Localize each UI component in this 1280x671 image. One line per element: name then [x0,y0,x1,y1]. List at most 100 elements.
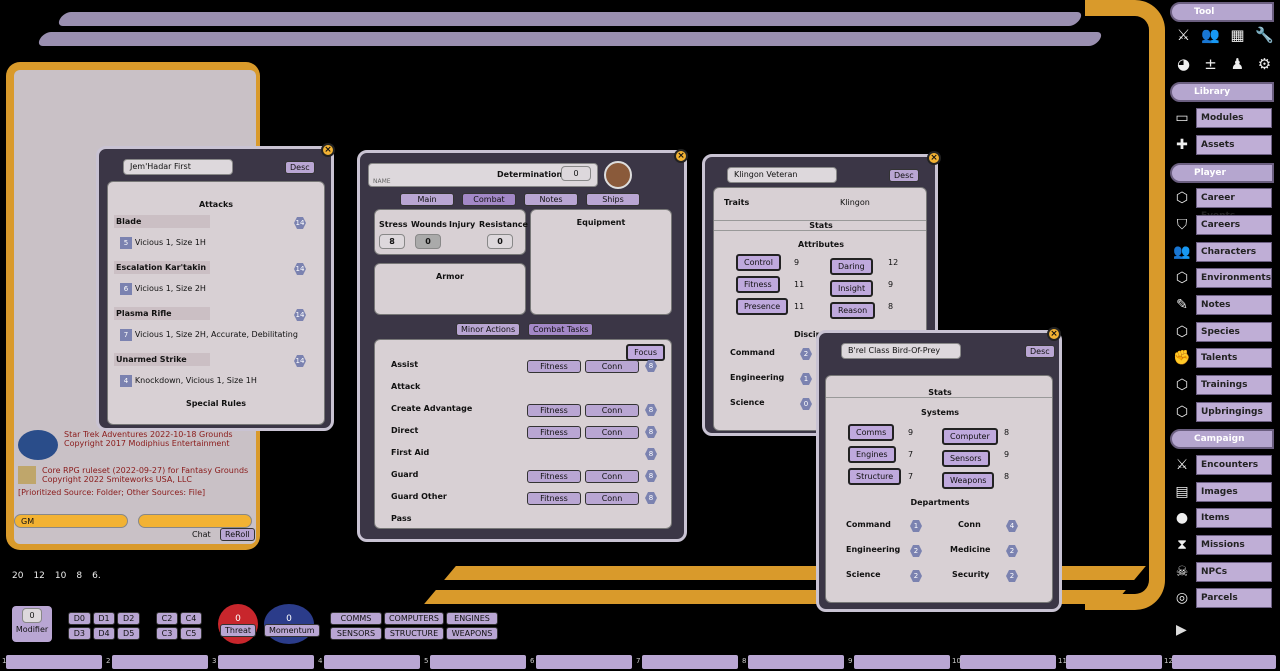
sidebar-item-images[interactable]: ▤ Images [1170,480,1274,504]
gear-icon[interactable]: ⚙ [1253,55,1276,80]
d1-button[interactable]: D1 [92,612,116,625]
desc-button[interactable]: Desc [285,161,315,174]
party-icon[interactable]: 👥 [1199,26,1222,51]
d10-icon[interactable]: 10 [55,571,66,581]
hotkey-slot-6[interactable] [536,655,632,669]
hotkey-slot-11[interactable] [1066,655,1162,669]
close-icon[interactable]: × [927,151,941,165]
d6-icon[interactable]: 6. [92,571,101,581]
system-weapons[interactable]: Weapons [942,472,995,489]
resistance-field[interactable]: 0 [487,234,513,249]
close-icon[interactable]: × [321,143,335,157]
tab-combat[interactable]: Combat [462,193,516,206]
close-icon[interactable]: × [1047,327,1061,341]
d8-icon[interactable]: 8 [76,571,82,581]
d3-button[interactable]: D3 [68,627,91,640]
c2-button[interactable]: C2 [156,612,178,625]
system-sensors[interactable]: Sensors [942,450,990,467]
sidebar-item-career-events[interactable]: ⬡Career Events [1170,186,1274,221]
sidebar-item-environments[interactable]: ⬡ Environments [1170,266,1274,290]
combat-tasks-button[interactable]: Combat Tasks [528,323,594,336]
wounds-field[interactable]: 0 [415,234,441,249]
c4-button[interactable]: C4 [180,612,202,625]
combat-tracker-icon[interactable]: ⚔ [1172,26,1195,51]
sidebar-item-items[interactable]: ● Items [1170,506,1274,530]
hotkey-slot-8[interactable] [748,655,844,669]
d12-icon[interactable]: 12 [33,571,44,581]
wrench-icon[interactable]: 🔧 [1253,26,1276,51]
engines-button[interactable]: ENGINES [446,612,498,625]
hotkey-slot-12[interactable] [1172,655,1276,669]
calendar-icon[interactable]: ▦ [1226,26,1249,51]
minor-actions-button[interactable]: Minor Actions [456,323,521,336]
modifiers-icon[interactable]: ± [1199,55,1222,80]
sidebar-item-modules[interactable]: ▭ Modules [1170,106,1274,130]
system-comms[interactable]: Comms [848,424,895,441]
d2-button[interactable]: D2 [117,612,140,625]
modifier-box[interactable]: 0 Modifier [12,606,52,642]
hotkey-slot-5[interactable] [430,655,526,669]
sidebar-player-header[interactable]: Player [1170,163,1274,183]
sidebar-item-missions[interactable]: ⧗ Missions [1170,533,1274,557]
tab-ships[interactable]: Ships [586,193,640,206]
structure-button[interactable]: STRUCTURE [383,627,445,640]
attr-fitness[interactable]: Fitness [736,276,780,293]
c3-button[interactable]: C3 [156,627,178,640]
d4-button[interactable]: D4 [92,627,116,640]
tab-main[interactable]: Main [400,193,454,206]
d20-icon[interactable]: 20 [12,571,23,581]
weapons-button[interactable]: WEAPONS [446,627,498,640]
hotkey-slot-4[interactable] [324,655,420,669]
sidebar-item-encounters[interactable]: ⚔ Encounters [1170,453,1274,477]
hotkey-slot-7[interactable] [642,655,738,669]
sidebar-item-upbringings[interactable]: ⬡ Upbringings [1170,400,1274,424]
ship-name-field[interactable]: B'rel Class Bird-Of-Prey [841,343,961,359]
sidebar-item-npcs[interactable]: ☠ NPCs [1170,560,1274,584]
sidebar-item-characters[interactable]: 👥 Characters [1170,240,1274,264]
attr-reason[interactable]: Reason [830,302,876,319]
hotkey-slot-3[interactable] [218,655,314,669]
portrait[interactable] [604,161,632,189]
sidebar-tool-header[interactable]: Tool [1170,2,1274,22]
sidebar-item-careers[interactable]: ⛉ Careers [1170,213,1274,237]
effects-icon[interactable]: ♟ [1226,55,1249,80]
threat-pool[interactable]: 0 Threat [218,604,258,644]
sidebar-item-parcels[interactable]: ◎ Parcels [1170,586,1274,610]
close-icon[interactable]: × [674,149,688,163]
sensors-button[interactable]: SENSORS [330,627,382,640]
desc-button[interactable]: Desc [889,169,919,182]
npc-name-field[interactable]: Klingon Veteran [727,167,837,183]
sidebar-item-assets[interactable]: ✚ Assets [1170,133,1274,157]
hotkey-slot-9[interactable] [854,655,950,669]
hotkey-slot-2[interactable] [112,655,208,669]
attr-daring[interactable]: Daring [830,258,873,275]
sidebar-campaign-header[interactable]: Campaign [1170,429,1274,449]
focus-button[interactable]: Focus [626,344,665,361]
attr-control[interactable]: Control [736,254,781,271]
computers-button[interactable]: COMPUTERS [383,612,445,625]
attr-presence[interactable]: Presence [736,298,789,315]
hotkey-slot-10[interactable] [960,655,1056,669]
hotkey-slot-1[interactable] [6,655,102,669]
stress-field[interactable]: 8 [379,234,405,249]
attr-insight[interactable]: Insight [830,280,874,297]
d5-button[interactable]: D5 [117,627,140,640]
system-engines[interactable]: Engines [848,446,896,463]
system-structure[interactable]: Structure [848,468,902,485]
sidebar-expand-icon[interactable]: ▶ [1176,622,1187,638]
sidebar-item-species[interactable]: ⬡ Species [1170,320,1274,344]
comms-button[interactable]: COMMS [330,612,382,625]
sidebar-item-talents[interactable]: ✊ Talents [1170,346,1274,370]
sidebar-library-header[interactable]: Library [1170,82,1274,102]
system-computer[interactable]: Computer [942,428,998,445]
c5-button[interactable]: C5 [180,627,202,640]
identity-select[interactable]: GM [14,514,128,528]
sidebar-item-trainings[interactable]: ⬡ Trainings [1170,373,1274,397]
d0-button[interactable]: D0 [68,612,91,625]
desc-button[interactable]: Desc [1025,345,1055,358]
npc-name-field[interactable]: Jem'Hadar First [123,159,233,175]
momentum-pool[interactable]: 0 Momentum [264,604,320,644]
palette-icon[interactable]: ◕ [1172,55,1195,80]
reroll-button[interactable]: ReRoll [220,528,255,541]
tab-notes[interactable]: Notes [524,193,578,206]
